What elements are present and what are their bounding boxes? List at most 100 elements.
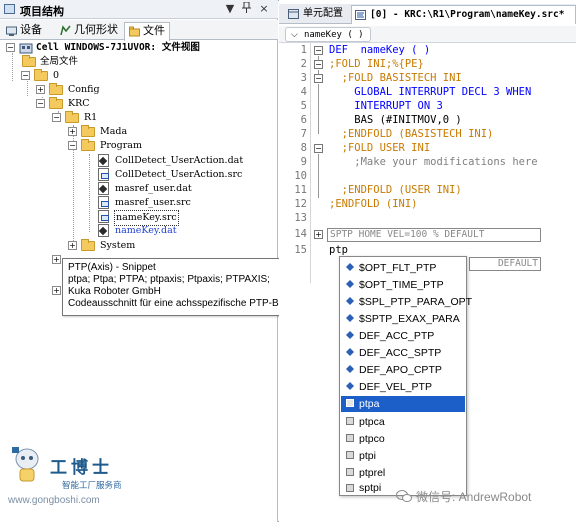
line-number: 15 [294, 244, 307, 256]
fold-guide [318, 70, 319, 74]
variable-icon [346, 348, 354, 356]
tab-geometry[interactable]: 几何形状 [56, 22, 122, 39]
src-file-icon [98, 196, 109, 209]
variable-icon [346, 297, 354, 305]
tree-item-program[interactable]: − Program [68, 139, 168, 153]
tree-file[interactable]: CollDetect_UserAction.dat [98, 154, 268, 168]
expand-icon[interactable]: + [52, 286, 61, 295]
fold-toggle-icon[interactable]: − [314, 74, 323, 83]
files-icon [129, 26, 140, 37]
tree-item-krc[interactable]: − KRC [36, 97, 136, 111]
autocomplete-item[interactable]: ptpca [341, 414, 465, 430]
collapse-icon[interactable]: − [21, 71, 30, 80]
autocomplete-item[interactable]: $SPL_PTP_PARA_OPT [341, 294, 472, 310]
line-number: 4 [300, 86, 307, 98]
tree-file[interactable]: masref_user.dat [98, 182, 268, 196]
line-number: 7 [300, 128, 307, 140]
expand-icon[interactable]: + [36, 85, 45, 94]
autocomplete-item[interactable]: DEF_ACC_SPTP [341, 345, 465, 361]
folder-icon [22, 55, 36, 67]
tree-guide [12, 53, 13, 81]
line-number: 5 [300, 100, 307, 112]
tree-guide [89, 154, 90, 232]
fold-guide [318, 56, 319, 60]
variable-icon [346, 263, 354, 271]
tree-file[interactable]: masref_user.src [98, 196, 268, 210]
tree-item-global-files[interactable]: 全局文件 [21, 55, 141, 69]
device-icon [6, 26, 17, 36]
collapse-icon[interactable]: − [68, 141, 77, 150]
code-area[interactable]: 1 2 3 4 5 6 7 8 9 10 11 12 13 14 15 − − … [279, 43, 576, 283]
tree-file[interactable]: CollDetect_UserAction.src [98, 168, 268, 182]
variable-icon [346, 331, 354, 339]
autocomplete-item[interactable]: ptpco [341, 431, 465, 447]
tree-item-r1[interactable]: − R1 [52, 111, 152, 125]
line-number: 13 [294, 212, 307, 224]
autocomplete-item[interactable]: $OPT_TIME_PTP [341, 277, 465, 293]
function-selector[interactable]: ⌵ nameKey ( ) [285, 27, 371, 42]
file-tree: − Cell WINDOWS-7J1UVOR: 文件视图 全局文件 − 0 + … [0, 41, 278, 295]
tree-file[interactable]: nameKey.dat [98, 224, 268, 238]
tree-item-system[interactable]: + System [68, 239, 168, 253]
collapse-icon[interactable]: − [36, 99, 45, 108]
autocomplete-item[interactable]: DEF_VEL_PTP [341, 379, 465, 395]
tab-cell-config[interactable]: 单元配置 [285, 5, 349, 24]
folder-icon [49, 97, 63, 109]
document-tabs: 单元配置 [0] - KRC:\R1\Program\nameKey.src* [279, 4, 576, 24]
panel-title: 项目结构 [20, 5, 64, 18]
code-line: ;FOLD USER INI [329, 142, 431, 154]
autocomplete-item[interactable]: DEF_APO_CPTP [341, 362, 465, 378]
cell-icon [19, 43, 33, 54]
pin-icon[interactable] [239, 1, 253, 16]
fold-toggle-icon[interactable]: − [314, 46, 323, 55]
dat-file-icon [98, 154, 109, 167]
folder-icon [65, 111, 79, 123]
folded-code-line-tail: DEFAULT [469, 257, 541, 271]
close-icon[interactable]: × [257, 2, 271, 15]
variable-icon [346, 382, 354, 390]
folded-code-line[interactable]: SPTP HOME VEL=100 % DEFAULT [327, 228, 541, 242]
src-file-icon [98, 168, 109, 181]
tree-root[interactable]: − Cell WINDOWS-7J1UVOR: 文件视图 [6, 41, 266, 55]
folder-icon [81, 239, 95, 251]
autocomplete-item[interactable]: ptpi [341, 448, 465, 464]
autocomplete-item[interactable]: $OPT_FLT_PTP [341, 260, 465, 276]
autocomplete-item[interactable]: $SPTP_EXAX_PARA [341, 311, 465, 327]
fold-toggle-icon[interactable]: + [314, 230, 323, 239]
variable-icon [346, 365, 354, 373]
tab-files[interactable]: 文件 [124, 22, 170, 41]
dat-file-icon [98, 224, 109, 237]
collapse-icon[interactable]: − [6, 43, 15, 52]
expand-icon[interactable]: + [68, 241, 77, 250]
autocomplete-item-selected[interactable]: ptpa [341, 396, 465, 412]
tree-item-config[interactable]: + Config [36, 83, 136, 97]
code-line: ;FOLD BASISTECH INI [329, 72, 462, 84]
autocomplete-list: $OPT_FLT_PTP $OPT_TIME_PTP $SPL_PTP_PARA… [339, 256, 472, 496]
tree-file-selected[interactable]: nameKey.src [98, 210, 268, 226]
snippet-icon [346, 399, 354, 407]
src-file-icon [98, 210, 109, 223]
code-line-current: ptp [329, 244, 348, 256]
expand-icon[interactable]: + [52, 255, 61, 264]
panel-title-bar: 项目结构 ▼ × [0, 0, 278, 19]
navigation-bar: ⌵ nameKey ( ) [279, 26, 576, 43]
dat-file-icon [98, 182, 109, 195]
snippet-icon [346, 484, 354, 492]
tree-item-0[interactable]: − 0 [21, 69, 101, 83]
fold-toggle-icon[interactable]: − [314, 144, 323, 153]
tab-devices[interactable]: 设备 [2, 22, 46, 39]
autocomplete-item[interactable]: ptprel [341, 465, 465, 481]
expand-icon[interactable]: + [68, 127, 77, 136]
line-number: 6 [300, 114, 307, 126]
autocomplete-item[interactable]: DEF_ACC_PTP [341, 328, 465, 344]
fold-guide [318, 84, 319, 134]
wechat-watermark: 微信号: AndrewRobot [396, 488, 531, 505]
tree-guide [27, 81, 28, 96]
tree-item-mada[interactable]: + Mada [68, 125, 168, 139]
collapse-icon[interactable]: − [52, 113, 61, 122]
tab-namekey-src[interactable]: [0] - KRC:\R1\Program\nameKey.src* [351, 5, 576, 24]
line-number: 3 [300, 72, 307, 84]
folder-icon [81, 125, 95, 137]
panel-dropdown-button[interactable]: ▼ [223, 2, 237, 15]
fold-toggle-icon[interactable]: − [314, 60, 323, 69]
